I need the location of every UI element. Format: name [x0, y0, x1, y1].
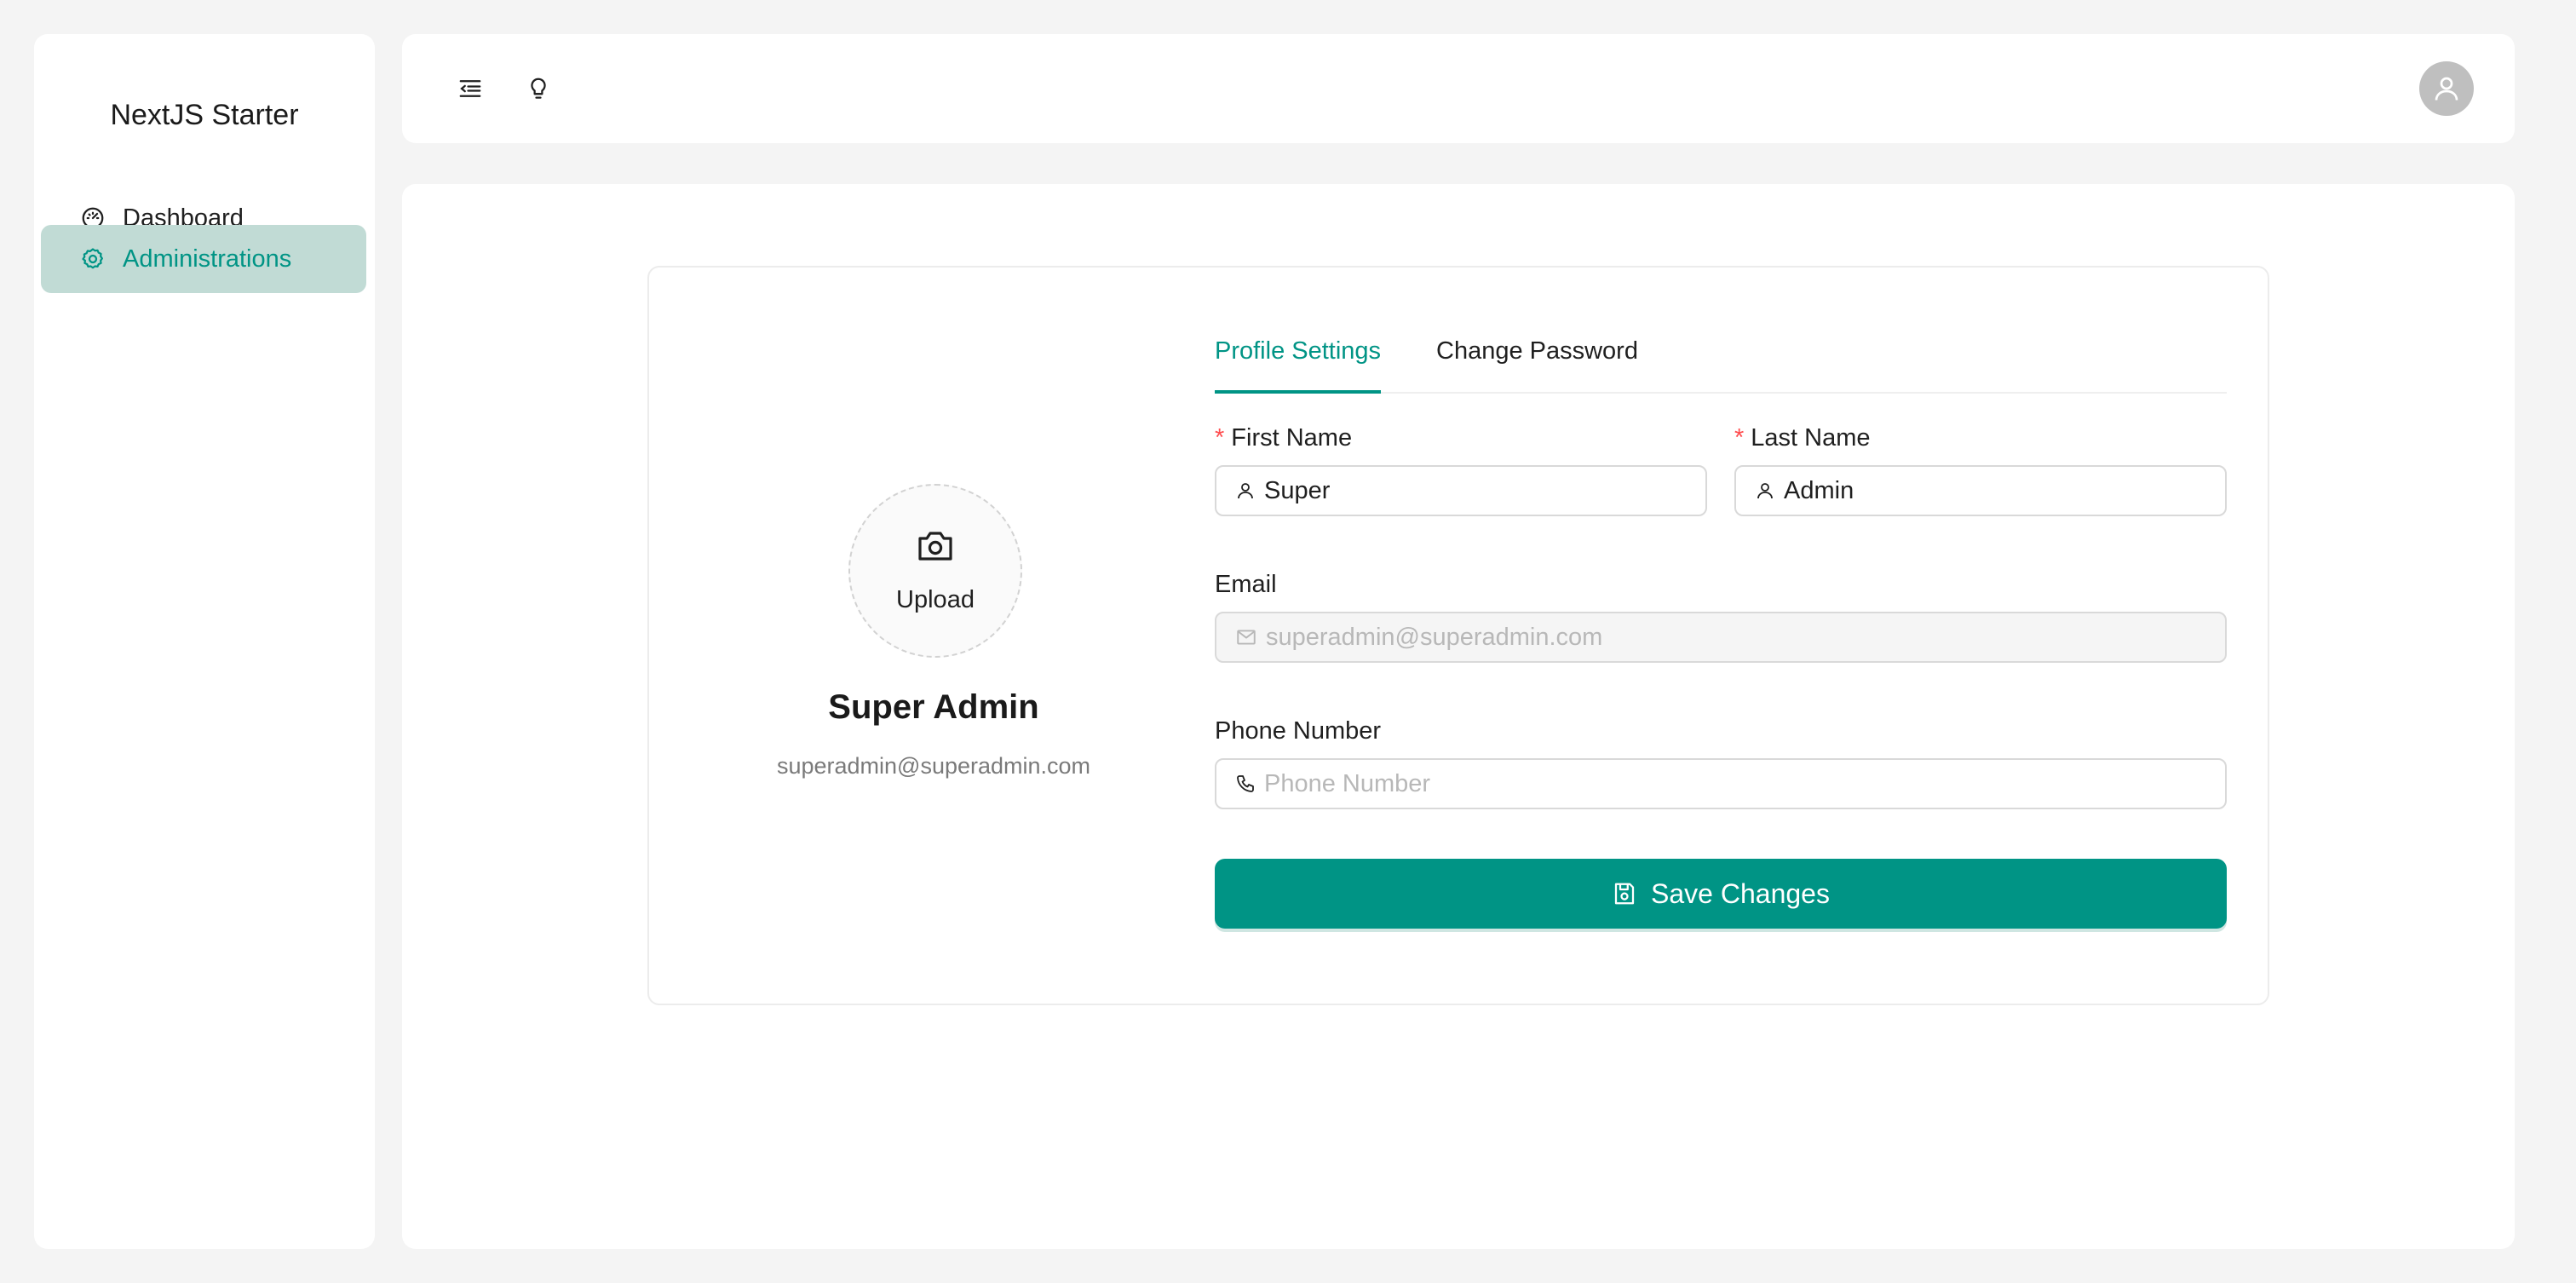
top-header [402, 34, 2515, 143]
last-name-value: Admin [1784, 476, 1854, 504]
sidebar: NextJS Starter Dashboard Administrations [34, 34, 375, 1249]
profile-name: Super Admin [828, 688, 1039, 726]
main-content: Upload Super Admin superadmin@superadmin… [402, 184, 2515, 1249]
first-name-field[interactable]: Super [1215, 465, 1707, 516]
settings-tabs: Profile Settings Change Password [1215, 329, 2227, 394]
user-icon [1755, 480, 1775, 501]
phone-field[interactable]: Phone Number [1215, 758, 2227, 809]
user-avatar-icon[interactable] [2419, 61, 2474, 116]
phone-icon [1235, 774, 1256, 794]
tab-profile-settings[interactable]: Profile Settings [1215, 337, 1382, 394]
avatar-upload[interactable]: Upload [848, 484, 1022, 658]
first-name-label-text: First Name [1231, 424, 1353, 452]
camera-icon [915, 525, 956, 566]
phone-label: Phone Number [1215, 717, 1382, 745]
phone-placeholder: Phone Number [1264, 769, 1431, 797]
sidebar-item-label: Administrations [123, 245, 292, 273]
first-name-label: * First Name [1215, 424, 1352, 452]
tab-change-password[interactable]: Change Password [1436, 337, 1638, 390]
first-name-value: Super [1264, 476, 1331, 504]
last-name-label-text: Last Name [1751, 424, 1871, 452]
email-label: Email [1215, 571, 1277, 598]
sidebar-item-administrations[interactable]: Administrations [41, 225, 366, 293]
last-name-field[interactable]: Admin [1734, 465, 2227, 516]
required-mark: * [1215, 424, 1225, 452]
upload-label: Upload [896, 586, 975, 613]
email-field[interactable]: superadmin@superadmin.com [1215, 612, 2227, 663]
bulb-icon[interactable] [521, 72, 555, 106]
profile-email: superadmin@superadmin.com [776, 753, 1091, 779]
required-mark: * [1734, 424, 1745, 452]
mail-icon [1235, 626, 1257, 648]
last-name-label: * Last Name [1734, 424, 1871, 452]
save-changes-label: Save Changes [1651, 877, 1830, 909]
email-placeholder: superadmin@superadmin.com [1266, 623, 1603, 651]
save-changes-button[interactable]: Save Changes [1215, 859, 2227, 929]
brand-title: NextJS Starter [110, 99, 299, 131]
save-icon [1612, 881, 1637, 906]
user-icon [1235, 480, 1256, 501]
menu-fold-icon[interactable] [453, 72, 487, 106]
profile-card: Upload Super Admin superadmin@superadmin… [647, 266, 2269, 1005]
gear-icon [80, 246, 106, 272]
